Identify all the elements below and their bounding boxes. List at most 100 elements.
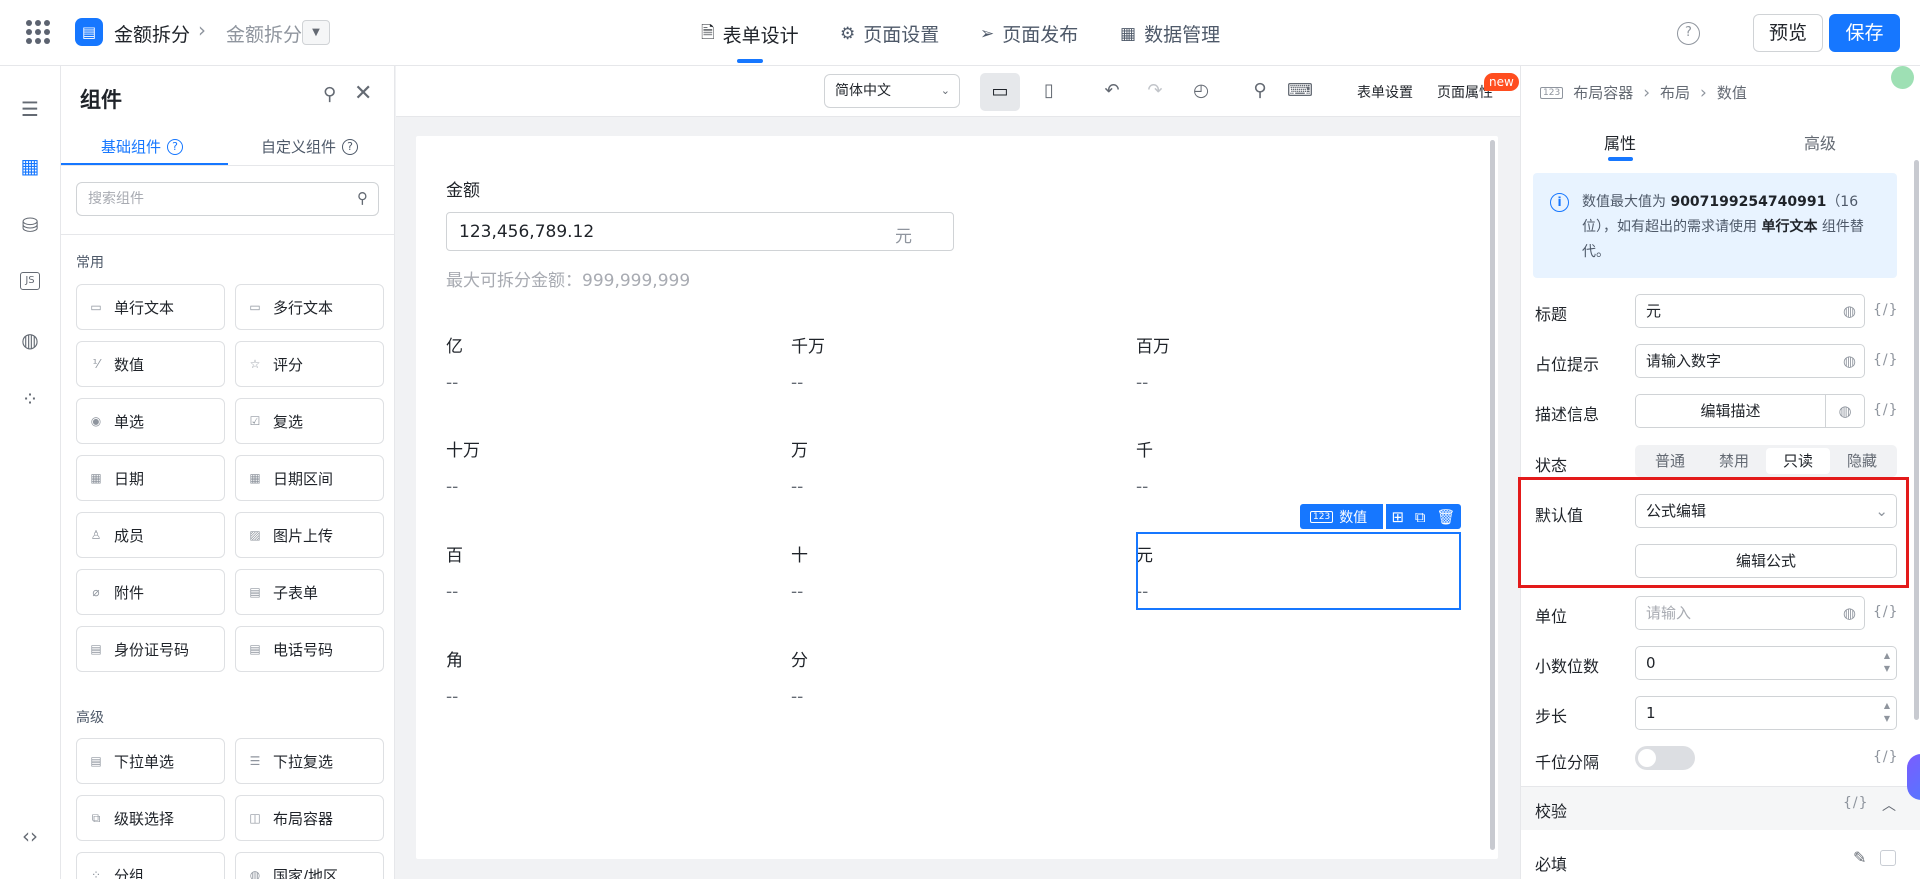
tab-divider [61,165,394,166]
component-member[interactable]: ♙ 成员 [76,512,225,558]
question-icon[interactable]: ? [342,138,359,155]
component-phone[interactable]: ▤ 电话号码 [235,626,384,672]
tab-page-settings[interactable]: ⚙ 页面设置 [840,20,939,47]
component-radio[interactable]: ◉ 单选 [76,398,225,444]
assistant-handle[interactable] [1907,754,1920,800]
formula-toggle[interactable]: {/} [1873,352,1899,368]
data-source-icon[interactable]: ⛁ [17,212,43,238]
app-grid-icon[interactable] [26,20,50,44]
tab-form-design[interactable]: 🗎 表单设计 [701,20,799,49]
code-icon[interactable]: ‹› [17,823,43,849]
components-icon[interactable]: ▦ [17,153,43,179]
tab-advanced[interactable]: 高级 [1804,130,1836,154]
breadcrumb-dropdown-button[interactable]: ▼ [302,20,330,45]
js-icon[interactable]: JS [17,268,43,294]
tab-data-management[interactable]: ▦ 数据管理 [1120,20,1220,47]
search-input[interactable] [77,183,337,215]
formula-toggle[interactable]: {/} [1873,604,1899,620]
stepper-arrows-icon[interactable]: ▲ ▼ [1884,699,1890,725]
properties-scrollbar[interactable] [1914,160,1919,720]
placeholder-input[interactable]: 请输入数字 ◍ [1635,344,1865,378]
component-layout-container[interactable]: ◫ 布局容器 [235,795,384,841]
decimals-input[interactable]: 0 ▲ ▼ [1635,646,1897,680]
state-option-readonly[interactable]: 只读 [1766,448,1830,474]
tab-custom-components[interactable]: 自定义组件 ? [261,136,359,157]
component-dropdown-multi[interactable]: ☰ 下拉复选 [235,738,384,784]
component-checkbox[interactable]: ☑ 复选 [235,398,384,444]
tab-properties[interactable]: 属性 [1604,130,1636,154]
language-select[interactable]: 简体中文 ⌄ [824,74,960,108]
component-date[interactable]: ▦ 日期 [76,455,225,501]
step-input[interactable]: 1 ▲ ▼ [1635,696,1897,730]
preview-button[interactable]: 预览 [1753,14,1823,52]
plugins-icon[interactable]: ⁘ [17,386,43,412]
globe-icon[interactable]: ◍ [1843,597,1856,629]
selected-field-tag[interactable]: 123 数值 [1300,504,1383,529]
component-image-upload[interactable]: ▨ 图片上传 [235,512,384,558]
component-number[interactable]: ⅟ 数值 [76,341,225,387]
state-option-disabled[interactable]: 禁用 [1702,448,1766,474]
state-option-hidden[interactable]: 隐藏 [1830,448,1894,474]
edit-icon[interactable]: ✎ [1853,848,1866,867]
question-icon[interactable]: ? [167,138,184,155]
redo-icon[interactable]: ↷ [1140,77,1170,105]
breadcrumb-item[interactable]: 布局容器 [1573,82,1633,103]
history-icon[interactable]: ◴ [1186,77,1216,105]
unit-label: 单位 [1535,607,1568,626]
globe-icon[interactable]: ◍ [1825,394,1865,428]
formula-toggle[interactable]: {/} [1873,402,1899,418]
unit-input[interactable]: 请输入 ◍ [1635,596,1865,630]
active-tab-indicator [1608,157,1633,161]
stepper-arrows-icon[interactable]: ▲ ▼ [1884,649,1890,675]
component-rating[interactable]: ☆ 评分 [235,341,384,387]
help-icon[interactable]: ? [1677,22,1700,45]
save-button[interactable]: 保存 [1829,14,1900,52]
form-settings-link[interactable]: 表单设置 [1357,82,1413,102]
component-label: 下拉复选 [273,752,334,771]
component-dropdown-single[interactable]: ▤ 下拉单选 [76,738,225,784]
pin-icon[interactable]: ⚲ [323,84,336,105]
selected-field-outline[interactable] [1136,532,1461,610]
chevron-up-icon[interactable]: ︿ [1882,795,1896,815]
globe-icon[interactable]: ◍ [1843,295,1856,327]
search-icon[interactable]: ⚲ [1245,77,1275,105]
component-single-text[interactable]: ▭ 单行文本 [76,284,225,330]
component-attachment[interactable]: ⌀ 附件 [76,569,225,615]
amount-input[interactable]: 123,456,789.12 元 [446,212,954,251]
globe-icon[interactable]: ◍ [17,327,43,353]
thousands-separator-toggle[interactable] [1635,746,1695,770]
breadcrumb-item[interactable]: 布局 [1660,82,1690,103]
component-subform[interactable]: ▤ 子表单 [235,569,384,615]
tab-page-publish[interactable]: ➢ 页面发布 [980,20,1078,47]
component-multi-text[interactable]: ▭ 多行文本 [235,284,384,330]
digit-value: -- [446,687,459,707]
tab-basic-components[interactable]: 基础组件 ? [101,136,184,157]
breadcrumb-form[interactable]: 金额拆分 [226,20,302,47]
required-checkbox[interactable] [1880,850,1896,866]
title-input[interactable]: 元 ◍ [1635,294,1865,328]
formula-toggle[interactable]: {/} [1873,302,1899,318]
formula-toggle[interactable]: {/} [1873,749,1899,765]
component-country-region[interactable]: ◍ 国家/地区 [235,852,384,879]
outline-icon[interactable]: ☰ [17,96,43,122]
mobile-view-icon[interactable]: ▯ [1034,77,1064,105]
state-option-normal[interactable]: 普通 [1638,448,1702,474]
search-icon[interactable]: ⚲ [357,189,368,207]
edit-description-button[interactable]: 编辑描述 [1635,394,1826,428]
delete-icon[interactable]: 🗑 [1436,508,1455,526]
copy-icon[interactable]: ⧉ [1415,508,1426,526]
desktop-view-icon[interactable]: ▭ [980,73,1020,111]
checkbox-icon: ☑ [249,414,261,428]
component-id-number[interactable]: ▤ 身份证号码 [76,626,225,672]
component-group[interactable]: ⁘ 分组 [76,852,225,879]
undo-icon[interactable]: ↶ [1097,77,1127,105]
keyboard-icon[interactable]: ⌨ [1285,77,1315,105]
globe-icon[interactable]: ◍ [1843,345,1856,377]
formula-toggle[interactable]: {/} [1843,795,1869,811]
component-date-range[interactable]: ▦ 日期区间 [235,455,384,501]
close-icon[interactable]: ✕ [354,81,372,106]
app-title[interactable]: 金额拆分 [114,20,190,47]
canvas-scrollbar[interactable] [1490,140,1495,850]
add-icon[interactable]: ⊞ [1391,508,1404,526]
component-cascader[interactable]: ⧉ 级联选择 [76,795,225,841]
